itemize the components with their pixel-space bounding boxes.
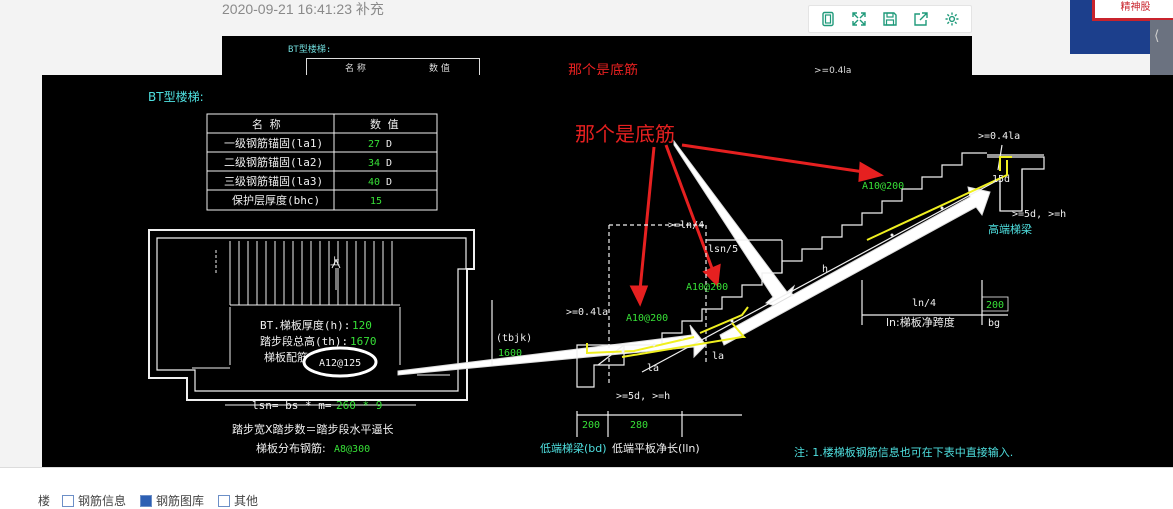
table-row-name: 保护层厚度(bhc) bbox=[232, 193, 320, 207]
ad-banner-text: 精神股 bbox=[1092, 0, 1173, 21]
d5-low-label: >=5d, >=h bbox=[616, 391, 670, 402]
fifteen-d-label: 15d bbox=[992, 174, 1010, 185]
step-height-value: 1670 bbox=[350, 335, 377, 348]
image-toolbar bbox=[808, 5, 972, 33]
distribution-rebar-value: A8@300 bbox=[334, 444, 370, 455]
lsn-formula-value: 260 * 9 bbox=[336, 399, 382, 412]
step-height-label: 踏步段总高(th): bbox=[260, 334, 348, 348]
step-formula: 踏步宽X踏步数＝踏步段水平逼长 bbox=[232, 422, 394, 436]
table-header-name: 名 称 bbox=[252, 117, 281, 131]
post-timestamp: 2020-09-21 16:41:23 补充 bbox=[222, 1, 384, 17]
slab-thickness-label: BT.梯板厚度(h): bbox=[260, 318, 350, 332]
rebar-low-label: A10@200 bbox=[626, 313, 668, 324]
bottom-tab-bar: 楼 钢筋信息 钢筋图库 其他 bbox=[0, 467, 1173, 508]
low-platform-label: 低端平板净长(lln) bbox=[612, 441, 700, 455]
slab-rebar-label: 梯板配筋 bbox=[264, 350, 308, 364]
table-row-value: 40 bbox=[368, 177, 380, 188]
rebar-top-label: A10@200 bbox=[862, 181, 904, 192]
lsn5-label: lsn/5 bbox=[708, 244, 738, 255]
table-row-unit: D bbox=[386, 177, 392, 188]
distribution-rebar-label: 梯板分布钢筋: bbox=[256, 441, 326, 455]
bd-value: 200 bbox=[582, 420, 600, 431]
table-row-unit: D bbox=[386, 158, 392, 169]
slab-rebar-value: A12@125 bbox=[319, 358, 361, 369]
behind-title: BT型楼梯: bbox=[288, 45, 332, 55]
ln-net-span-label: ln:梯板净跨度 bbox=[886, 315, 955, 329]
stair-section bbox=[491, 144, 1045, 437]
behind-header-value: 数 值 bbox=[429, 64, 450, 74]
table-row-unit: D bbox=[386, 139, 392, 150]
ln4-label: ln/4 bbox=[912, 298, 936, 309]
behind-table: 名 称 数 值 bbox=[306, 58, 480, 76]
fit-icon[interactable] bbox=[817, 8, 839, 30]
d5-high-label: >=5d, >=h bbox=[1012, 209, 1066, 220]
anchor-low-label: >=0.4la bbox=[566, 307, 608, 318]
plan-up-label: 上 bbox=[330, 256, 340, 268]
rebar-mid-label: A10@200 bbox=[686, 282, 728, 293]
table-row-name: 三级钢筋锚固(la3) bbox=[224, 174, 323, 188]
la-label: la bbox=[647, 363, 659, 374]
slab-thickness-value: 120 bbox=[352, 319, 372, 332]
high-beam-label: 高端梯梁 bbox=[988, 222, 1032, 236]
cad-drawing-viewer[interactable]: BT型楼梯: 名 称 数 值 一级钢筋锚固(la1) 27 D 二级钢筋锚固(l… bbox=[42, 75, 1173, 467]
tbjk-label: (tbjk) bbox=[496, 333, 532, 344]
table-row-value: 15 bbox=[370, 196, 382, 207]
bg-value: 200 bbox=[986, 300, 1004, 311]
la-label: la bbox=[712, 351, 724, 362]
settings-icon[interactable] bbox=[941, 8, 963, 30]
annotation-text: 那个是底筋 bbox=[575, 122, 675, 146]
white-arrows bbox=[397, 139, 991, 376]
ln4-top-label: >=ln/4 bbox=[668, 220, 704, 231]
background-image-preview: BT型楼梯: 名 称 数 值 那个是底筋 >=0.4la bbox=[222, 36, 972, 76]
cad-drawing: BT型楼梯: 名 称 数 值 一级钢筋锚固(la1) 27 D 二级钢筋锚固(l… bbox=[148, 89, 1066, 459]
lln-value: 280 bbox=[630, 420, 648, 431]
h-label: h bbox=[822, 264, 828, 275]
anchor-high-label: >=0.4la bbox=[978, 131, 1020, 142]
fullscreen-icon[interactable] bbox=[848, 8, 870, 30]
table-row-name: 二级钢筋锚固(la2) bbox=[224, 155, 323, 169]
save-icon[interactable] bbox=[879, 8, 901, 30]
collapse-icon[interactable]: ⟨ bbox=[1154, 28, 1159, 44]
drawing-note: 注: 1.楼梯板钢筋信息也可在下表中直接输入. bbox=[794, 445, 1013, 459]
low-beam-label: 低端梯梁(bd) bbox=[540, 441, 607, 455]
table-header-value: 数 值 bbox=[370, 118, 399, 131]
behind-annotation: 那个是底筋 bbox=[568, 63, 638, 76]
lsn-formula-label: lsn= bs * m= bbox=[252, 399, 332, 412]
table-row-value: 34 bbox=[368, 158, 380, 169]
tbjk-value: 1600 bbox=[498, 348, 522, 359]
drawing-type-title: BT型楼梯: bbox=[148, 89, 204, 104]
bg-label: bg bbox=[988, 318, 1000, 329]
share-icon[interactable] bbox=[910, 8, 932, 30]
table-row-name: 一级钢筋锚固(la1) bbox=[224, 136, 323, 150]
table-row-value: 27 bbox=[368, 139, 380, 150]
behind-header-name: 名 称 bbox=[345, 64, 366, 74]
